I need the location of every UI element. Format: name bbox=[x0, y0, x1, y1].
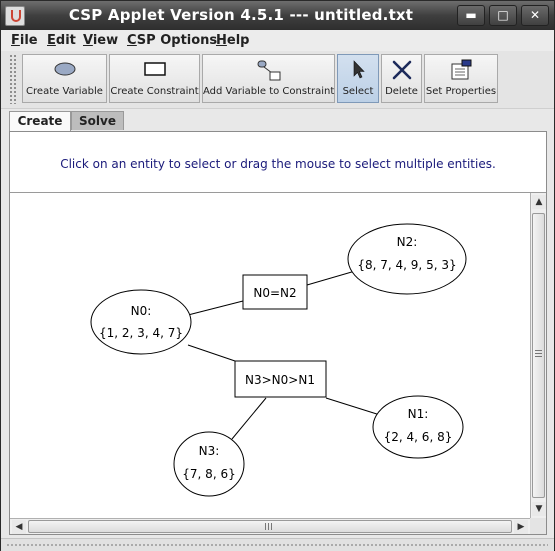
edge-c2-n1[interactable] bbox=[325, 397, 381, 416]
title-bar[interactable]: CSP Applet Version 4.5.1 --- untitled.tx… bbox=[1, 1, 554, 30]
maximize-button[interactable]: □ bbox=[489, 5, 517, 26]
menu-csp-options-mnemonic: C bbox=[127, 33, 137, 48]
add-variable-to-constraint-button[interactable]: Add Variable to Constraint bbox=[202, 54, 335, 103]
scroll-right-button[interactable]: ▶ bbox=[514, 520, 528, 534]
graph-canvas[interactable]: N0: {1, 2, 3, 4, 7} N2: {8, 7, 4, 9, 5, … bbox=[10, 193, 530, 518]
variable-n3-ellipse bbox=[173, 431, 245, 497]
menu-csp-options[interactable]: CSP Options bbox=[127, 33, 217, 48]
constraint-node-c1[interactable]: N0=N2 bbox=[242, 274, 308, 310]
arrow-down-icon: ▼ bbox=[535, 504, 543, 514]
maximize-icon: □ bbox=[497, 8, 509, 22]
edge-n0-c2[interactable] bbox=[187, 344, 236, 362]
variable-node-n3[interactable]: N3: {7, 8, 6} bbox=[173, 431, 245, 497]
create-variable-button[interactable]: Create Variable bbox=[22, 54, 107, 103]
window-title: CSP Applet Version 4.5.1 --- untitled.tx… bbox=[68, 6, 414, 24]
delete-x-icon bbox=[392, 60, 411, 80]
variable-n2-name: N2: bbox=[397, 235, 418, 249]
menu-edit[interactable]: Edit bbox=[47, 33, 76, 48]
menu-help-mnemonic: H bbox=[216, 33, 227, 48]
variable-n1-ellipse bbox=[372, 395, 464, 459]
menu-view[interactable]: View bbox=[83, 33, 118, 48]
variable-node-n0[interactable]: N0: {1, 2, 3, 4, 7} bbox=[90, 289, 192, 355]
variable-node-n1[interactable]: N1: {2, 4, 6, 8} bbox=[372, 395, 464, 459]
mode-tabs: Create Solve bbox=[1, 111, 554, 132]
menu-view-mnemonic: V bbox=[83, 33, 93, 48]
edge-c2-n3[interactable] bbox=[231, 397, 267, 440]
scroll-up-button[interactable]: ▲ bbox=[532, 195, 546, 209]
create-variable-label: Create Variable bbox=[26, 86, 103, 97]
scroll-left-button[interactable]: ◀ bbox=[12, 520, 26, 534]
variable-n3-name: N3: bbox=[199, 444, 220, 458]
variable-n0-ellipse bbox=[90, 289, 192, 355]
edge-n0-c1[interactable] bbox=[187, 300, 244, 316]
delete-label: Delete bbox=[385, 86, 418, 97]
constraint-graph[interactable]: N0: {1, 2, 3, 4, 7} N2: {8, 7, 4, 9, 5, … bbox=[10, 193, 530, 518]
menu-view-label: iew bbox=[92, 33, 119, 48]
menu-file-label: ile bbox=[19, 33, 38, 48]
scrollbar-corner bbox=[530, 518, 546, 534]
properties-sheet-icon bbox=[451, 59, 472, 80]
variable-n1-name: N1: bbox=[408, 407, 429, 421]
create-panel: Click on an entity to select or drag the… bbox=[9, 131, 547, 535]
constraint-node-c2[interactable]: N3>N0>N1 bbox=[234, 360, 327, 398]
menu-help[interactable]: Help bbox=[216, 33, 249, 48]
create-constraint-button[interactable]: Create Constraint bbox=[109, 54, 200, 103]
select-button[interactable]: Select bbox=[337, 54, 379, 103]
variable-n0-domain: {1, 2, 3, 4, 7} bbox=[99, 326, 183, 340]
constraint-c2-label: N3>N0>N1 bbox=[245, 373, 315, 387]
menu-edit-mnemonic: E bbox=[47, 33, 56, 48]
tab-create[interactable]: Create bbox=[9, 111, 71, 132]
vertical-scrollbar[interactable]: ▲ ▼ bbox=[530, 193, 546, 518]
add-variable-to-constraint-label: Add Variable to Constraint bbox=[203, 86, 335, 97]
minimize-button[interactable]: ▬ bbox=[457, 5, 485, 26]
instruction-text: Click on an entity to select or drag the… bbox=[60, 157, 496, 171]
menu-csp-options-label: SP Options bbox=[136, 33, 218, 48]
create-constraint-label: Create Constraint bbox=[110, 86, 199, 97]
toolbar: Create Variable Create Constraint Add Va… bbox=[1, 51, 554, 109]
horizontal-thumb-grip bbox=[265, 523, 273, 530]
vertical-thumb-grip bbox=[535, 350, 542, 358]
status-bar bbox=[1, 538, 554, 551]
variable-n0-name: N0: bbox=[131, 304, 152, 318]
arrow-right-icon: ▶ bbox=[517, 522, 525, 532]
vertical-scroll-thumb[interactable] bbox=[532, 213, 545, 498]
close-button[interactable]: ✕ bbox=[521, 5, 549, 26]
menu-edit-label: dit bbox=[55, 33, 76, 48]
toolbar-grip[interactable] bbox=[9, 54, 17, 104]
connect-nodes-icon bbox=[257, 60, 280, 81]
applet-window: CSP Applet Version 4.5.1 --- untitled.tx… bbox=[0, 0, 555, 551]
pointer-arrow-icon bbox=[353, 60, 365, 79]
set-properties-label: Set Properties bbox=[425, 86, 497, 97]
close-icon: ✕ bbox=[529, 8, 541, 22]
delete-button[interactable]: Delete bbox=[381, 54, 422, 103]
ellipse-icon bbox=[54, 62, 75, 76]
minimize-icon: ▬ bbox=[465, 8, 477, 22]
horizontal-scroll-thumb[interactable] bbox=[28, 520, 512, 533]
menu-file-mnemonic: F bbox=[11, 33, 20, 48]
variable-n2-domain: {8, 7, 4, 9, 5, 3} bbox=[357, 258, 456, 272]
scroll-down-button[interactable]: ▼ bbox=[532, 502, 546, 516]
select-label: Select bbox=[342, 86, 374, 97]
variable-node-n2[interactable]: N2: {8, 7, 4, 9, 5, 3} bbox=[347, 223, 467, 295]
arrow-left-icon: ◀ bbox=[15, 522, 23, 532]
variable-n3-domain: {7, 8, 6} bbox=[182, 467, 235, 481]
menu-file[interactable]: File bbox=[11, 33, 38, 48]
menu-bar: File Edit View CSP Options Help bbox=[1, 30, 554, 52]
variable-n1-domain: {2, 4, 6, 8} bbox=[384, 430, 453, 444]
horizontal-scrollbar[interactable]: ◀ ▶ bbox=[10, 518, 530, 534]
arrow-up-icon: ▲ bbox=[535, 197, 543, 207]
rectangle-icon bbox=[143, 62, 166, 76]
constraint-c1-label: N0=N2 bbox=[253, 286, 296, 300]
menu-help-label: elp bbox=[226, 33, 250, 48]
set-properties-button[interactable]: Set Properties bbox=[424, 54, 498, 103]
tab-solve[interactable]: Solve bbox=[71, 111, 124, 130]
